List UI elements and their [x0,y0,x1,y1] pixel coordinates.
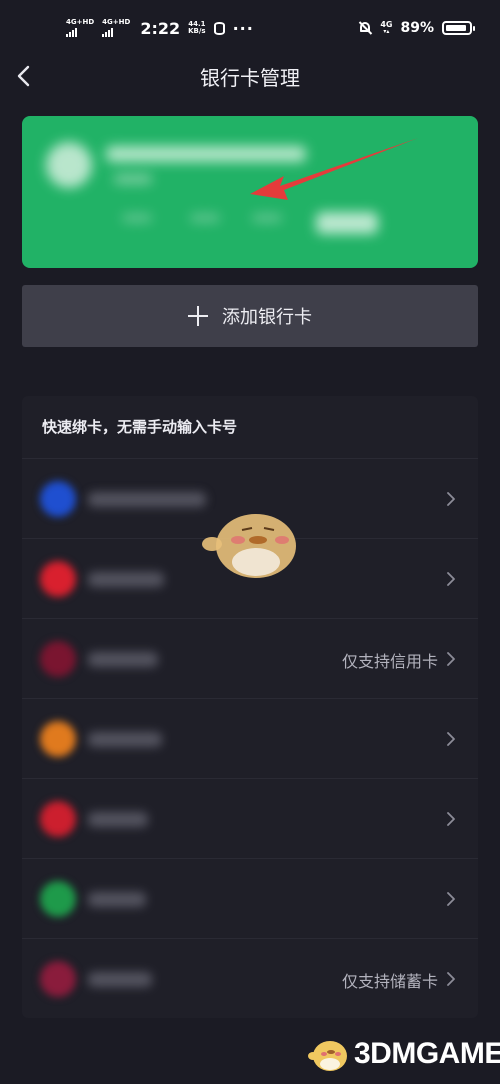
bank-row[interactable] [22,698,478,779]
status-right: 4G ▾▴ 89% [358,14,475,42]
bank-name-redacted [88,652,158,667]
signal-icon [102,28,114,37]
data-arrows-icon: ▾▴ [383,28,390,35]
signal-icon [66,28,77,37]
bank-support-note: 仅支持储蓄卡 [341,972,438,991]
sim2-network-label: 4G+HD [102,18,131,26]
3dm-bird-logo-icon [308,1041,347,1071]
annotation-arrow-icon [250,138,418,200]
quick-bind-panel: 快速绑卡，无需手动输入卡号 仅支持信用卡 仅支持储蓄卡 [22,396,478,1018]
bank-logo-icon [40,961,76,997]
bank-logo-icon [40,481,76,517]
signal-sim1: 4G+HD [66,19,94,37]
chevron-right-icon [447,892,455,906]
chevron-right-icon [447,492,455,506]
speed-unit: KB/s [188,27,206,35]
bank-name-redacted [88,492,206,507]
mascot-watermark-icon [202,514,296,578]
watermark-text: 3DMGAME [354,1037,500,1070]
clock: 2:22 [140,18,181,38]
bank-name-redacted [88,572,164,587]
network-indicator: 4G ▾▴ [380,21,392,35]
bank-logo-icon [40,721,76,757]
battery-fill [446,25,466,31]
nav-header: 银行卡管理 [0,56,500,96]
bank-name-redacted [88,812,148,827]
plus-icon [188,306,208,326]
quick-bind-title: 快速绑卡，无需手动输入卡号 [42,418,238,436]
add-bank-card-button[interactable]: 添加银行卡 [22,285,478,347]
bank-logo-icon [40,561,76,597]
bank-name-redacted [88,972,152,987]
chevron-right-icon [447,652,455,666]
mute-bell-icon [358,21,372,36]
chevron-right-icon [447,572,455,586]
bank-row[interactable]: 仅支持信用卡 [22,618,478,699]
signal-sim2: 4G+HD [102,19,130,37]
bank-name-redacted [88,732,162,747]
bank-row[interactable]: 仅支持储蓄卡 [22,938,478,1018]
status-left: 4G+HD 4G+HD 2:22 44.1 KB/s ··· [66,14,254,42]
bank-row[interactable] [22,778,478,859]
status-bar: 4G+HD 4G+HD 2:22 44.1 KB/s ··· 4G ▾▴ 89% [0,0,500,56]
network-speed: 44.1 KB/s [188,20,206,36]
chevron-right-icon [447,812,455,826]
bank-name-redacted [88,892,146,907]
battery-icon [442,21,475,35]
page-title: 银行卡管理 [200,66,300,90]
battery-percent: 89% [400,20,434,36]
bank-logo-icon [40,801,76,837]
bank-support-note: 仅支持信用卡 [341,652,438,671]
bank-logo-icon [40,881,76,917]
bank-logo-icon [40,641,76,677]
chevron-right-icon [447,732,455,746]
sim1-network-label: 4G+HD [66,18,95,26]
add-bank-card-label: 添加银行卡 [222,307,312,328]
bank-row[interactable] [22,858,478,939]
database-icon [213,21,225,35]
chevron-right-icon [447,972,455,986]
bound-bank-card[interactable] [22,116,478,268]
site-watermark: 3DMGAME [306,1032,500,1076]
more-status-icon: ··· [232,18,254,38]
